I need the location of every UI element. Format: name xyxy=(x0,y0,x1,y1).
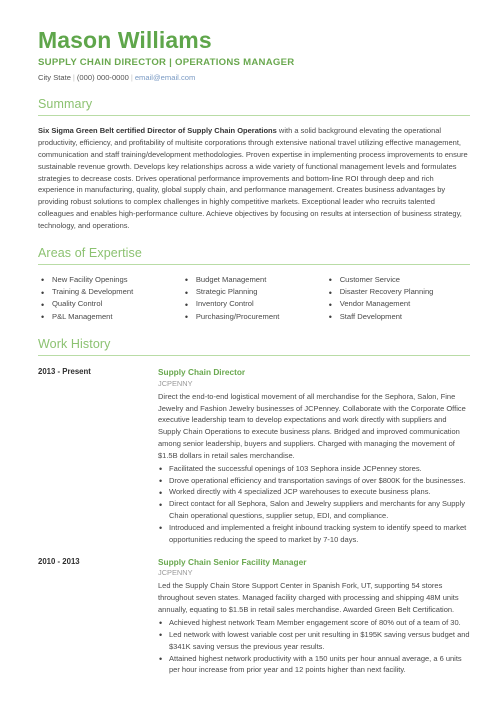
list-item: P&L Management xyxy=(38,310,182,325)
list-item: Attained highest network productivity wi… xyxy=(158,652,470,677)
list-item: Vendor Management xyxy=(326,298,470,313)
summary-divider xyxy=(38,115,470,117)
candidate-subtitle: SUPPLY CHAIN DIRECTOR | OPERATIONS MANAG… xyxy=(38,57,295,69)
contact-line: City State | (000) 000-0000 | email@email.co… xyxy=(38,73,470,83)
summary-lead: Six Sigma Green Belt certified Director … xyxy=(38,126,277,136)
job-body: Supply Chain Senior Facility Manager JCP… xyxy=(158,557,470,677)
list-item: Disaster Recovery Planning xyxy=(326,286,470,301)
summary-section: Summary Six Sigma Green Belt certified D… xyxy=(38,97,470,232)
list-item: Facilitated the successful openings of 1… xyxy=(158,462,470,476)
work-history-section-title: Work History xyxy=(38,336,111,351)
list-item: Worked directly with 4 specialized JCP w… xyxy=(158,486,470,500)
contact-email-link[interactable]: email@email.com xyxy=(135,73,195,82)
expertise-column-1: New Facility Openings Training & Develop… xyxy=(38,273,182,325)
job-body: Supply Chain Director JCPENNY Direct the… xyxy=(158,367,470,546)
job-bullet-list: Facilitated the successful openings of 1… xyxy=(158,462,470,546)
job-bullet-list: Achieved highest network Team Member eng… xyxy=(158,616,470,677)
list-item: Inventory Control xyxy=(182,298,326,313)
list-item: Drove operational efficiency and transpo… xyxy=(158,474,470,488)
summary-section-title: Summary xyxy=(38,97,93,112)
list-item: Achieved highest network Team Member eng… xyxy=(158,616,470,630)
expertise-list-2: Budget Management Strategic Planning Inv… xyxy=(182,273,326,325)
expertise-divider xyxy=(38,263,470,265)
contact-phone: (000) 000-0000 xyxy=(76,73,129,83)
list-item: Purchasing/Procurement xyxy=(182,310,326,325)
resume-header: Mason Williams SUPPLY CHAIN DIRECTOR | O… xyxy=(38,27,470,83)
resume-page: Mason Williams SUPPLY CHAIN DIRECTOR | O… xyxy=(0,0,500,706)
expertise-list-3: Customer Service Disaster Recovery Plann… xyxy=(326,273,470,325)
list-item: Budget Management xyxy=(182,273,326,288)
candidate-name: Mason Williams xyxy=(38,27,212,53)
list-item: Strategic Planning xyxy=(182,286,326,301)
list-item: Training & Development xyxy=(38,286,182,301)
job-dates: 2010 - 2013 xyxy=(38,556,80,566)
list-item: Staff Development xyxy=(326,310,470,325)
job-company: JCPENNY xyxy=(158,378,193,388)
expertise-column-3: Customer Service Disaster Recovery Plann… xyxy=(326,273,470,325)
expertise-columns: New Facility Openings Training & Develop… xyxy=(38,273,470,325)
job-company: JCPENNY xyxy=(158,568,193,578)
list-item: Customer Service xyxy=(326,273,470,288)
expertise-section: Areas of Expertise New Facility Openings… xyxy=(38,245,470,325)
summary-body: with a solid background elevating the op… xyxy=(38,126,468,230)
list-item: New Facility Openings xyxy=(38,273,182,288)
work-history-section: Work History 2013 - Present Supply Chain… xyxy=(38,337,470,676)
job-description: Direct the end-to-end logistical movemen… xyxy=(158,391,466,460)
summary-paragraph: Six Sigma Green Belt certified Director … xyxy=(38,125,470,232)
expertise-column-2: Budget Management Strategic Planning Inv… xyxy=(182,273,326,325)
work-history-entry-1: 2013 - Present Supply Chain Director JCP… xyxy=(38,367,470,546)
job-dates: 2013 - Present xyxy=(38,366,91,376)
expertise-section-title: Areas of Expertise xyxy=(38,245,142,260)
expertise-list-1: New Facility Openings Training & Develop… xyxy=(38,273,182,325)
list-item: Direct contact for all Sephora, Salon an… xyxy=(158,498,470,522)
list-item: Led network with lowest variable cost pe… xyxy=(158,628,470,653)
list-item: Introduced and implemented a freight inb… xyxy=(158,521,470,546)
contact-location: City State xyxy=(38,73,71,83)
job-title: Supply Chain Senior Facility Manager xyxy=(158,556,307,567)
job-title: Supply Chain Director xyxy=(158,366,246,377)
work-history-entry-2: 2010 - 2013 Supply Chain Senior Facility… xyxy=(38,557,470,677)
list-item: Quality Control xyxy=(38,298,182,313)
job-description: Led the Supply Chain Store Support Cente… xyxy=(158,581,459,615)
work-history-divider xyxy=(38,354,470,356)
